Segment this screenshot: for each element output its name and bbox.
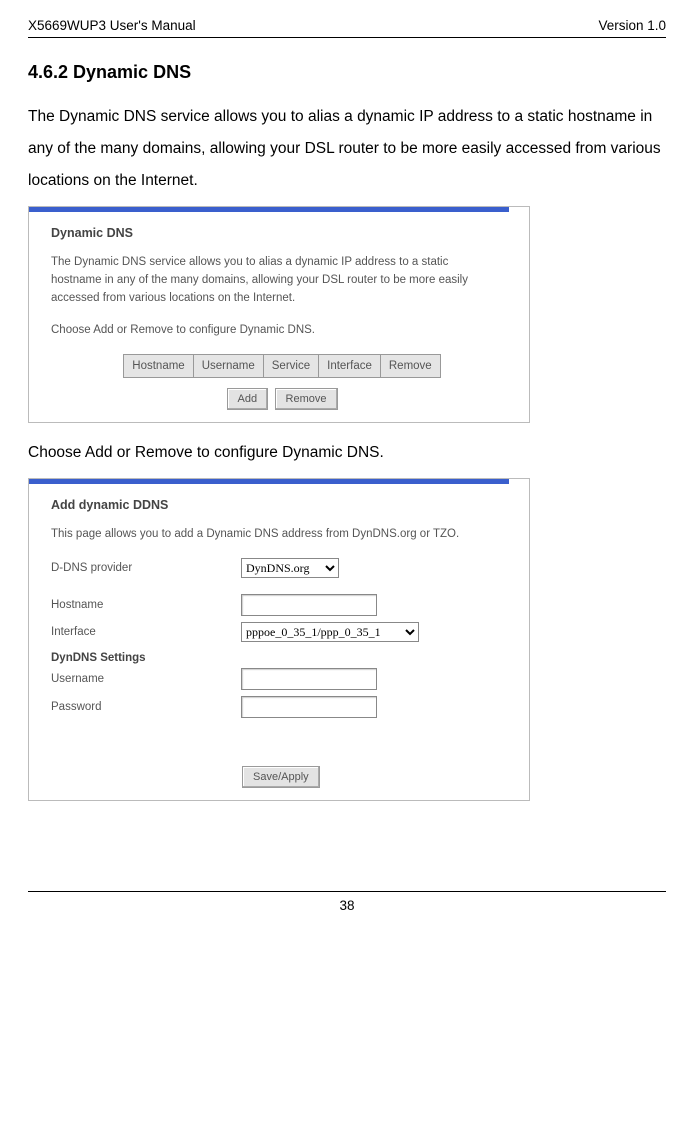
col-username: Username xyxy=(193,354,263,377)
label-hostname: Hostname xyxy=(51,599,241,611)
panel-instruction: Choose Add or Remove to configure Dynami… xyxy=(51,322,491,340)
col-interface: Interface xyxy=(319,354,381,377)
hostname-input[interactable] xyxy=(241,594,377,616)
ddns-table: Hostname Username Service Interface Remo… xyxy=(123,354,440,378)
screenshot-add-ddns: Add dynamic DDNS This page allows you to… xyxy=(28,478,530,801)
section-title: 4.6.2 Dynamic DNS xyxy=(28,62,666,83)
panel-description: This page allows you to add a Dynamic DN… xyxy=(51,526,491,544)
col-hostname: Hostname xyxy=(124,354,193,377)
col-service: Service xyxy=(263,354,318,377)
col-remove: Remove xyxy=(380,354,440,377)
label-interface: Interface xyxy=(51,626,241,638)
header-right: Version 1.0 xyxy=(598,18,666,33)
page-footer: 38 xyxy=(28,891,666,913)
panel-title: Add dynamic DDNS xyxy=(51,498,513,512)
interface-select[interactable]: pppoe_0_35_1/ppp_0_35_1 xyxy=(241,622,419,642)
header-left: X5669WUP3 User's Manual xyxy=(28,18,196,33)
remove-button[interactable]: Remove xyxy=(275,388,338,410)
label-password: Password xyxy=(51,701,241,713)
page-number: 38 xyxy=(339,898,354,913)
panel-title: Dynamic DNS xyxy=(51,226,513,240)
save-apply-button[interactable]: Save/Apply xyxy=(242,766,320,788)
table-header-row: Hostname Username Service Interface Remo… xyxy=(124,354,440,377)
username-input[interactable] xyxy=(241,668,377,690)
intro-paragraph: The Dynamic DNS service allows you to al… xyxy=(28,101,666,196)
provider-select[interactable]: DynDNS.org xyxy=(241,558,339,578)
panel-description: The Dynamic DNS service allows you to al… xyxy=(51,254,491,307)
header-divider xyxy=(28,37,666,38)
mid-instruction: Choose Add or Remove to configure Dynami… xyxy=(28,437,666,469)
dyndns-settings-title: DynDNS Settings xyxy=(51,652,513,664)
add-button[interactable]: Add xyxy=(227,388,269,410)
password-input[interactable] xyxy=(241,696,377,718)
label-provider: D-DNS provider xyxy=(51,562,241,574)
label-username: Username xyxy=(51,673,241,685)
screenshot-dynamic-dns-list: Dynamic DNS The Dynamic DNS service allo… xyxy=(28,206,530,422)
